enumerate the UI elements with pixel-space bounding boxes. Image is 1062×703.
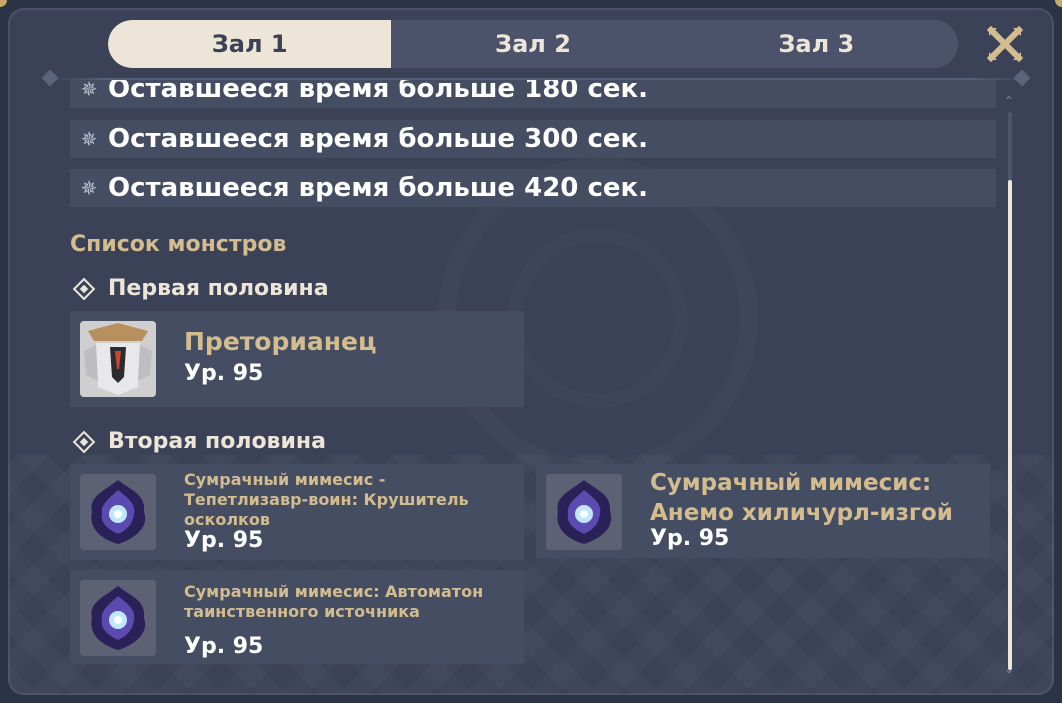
- star-icon: ✵: [80, 176, 98, 200]
- monster-list-title: Список монстров: [70, 232, 287, 257]
- shadow-mimesis-icon: [546, 474, 622, 550]
- star-icon: ✵: [80, 127, 98, 151]
- first-half-label: Первая половина: [108, 276, 329, 301]
- condition-row: ✵ Оставшееся время больше 180 сек.: [70, 80, 996, 108]
- monster-level: Ур. 95: [184, 528, 264, 553]
- second-half-title: Вторая половина: [70, 429, 326, 454]
- monster-portrait: [546, 474, 622, 550]
- hall-content: ✵ Оставшееся время больше 180 сек. ✵ Ост…: [70, 80, 1004, 690]
- shadow-mimesis-icon: [80, 474, 156, 550]
- condition-text: Оставшееся время больше 180 сек.: [108, 80, 649, 104]
- scroll-up-icon[interactable]: ⌃: [1004, 94, 1014, 108]
- scroll-down-icon[interactable]: ⌄: [1004, 662, 1014, 676]
- diamond-icon: [72, 277, 96, 300]
- tab-hall-1[interactable]: Зал 1: [108, 20, 392, 68]
- close-button[interactable]: [983, 22, 1027, 66]
- monster-card[interactable]: Преторианец Ур. 95: [70, 311, 524, 407]
- divider-ornament-right: [1013, 69, 1031, 87]
- tab-hall-3[interactable]: Зал 3: [675, 20, 958, 68]
- monster-level: Ур. 95: [650, 526, 730, 551]
- divider-ornament-left: [41, 69, 59, 87]
- monster-name: Преторианец: [184, 327, 377, 356]
- monster-name: Сумрачный мимесис: Автоматон таинственно…: [184, 582, 484, 621]
- condition-row: ✵ Оставшееся время больше 420 сек.: [70, 169, 996, 207]
- tab-hall-2[interactable]: Зал 2: [391, 20, 674, 68]
- monster-level: Ур. 95: [184, 634, 264, 659]
- monster-name: Сумрачный мимесис - Тепетлизавр-воин: Кр…: [184, 470, 469, 529]
- monster-card[interactable]: Сумрачный мимесис - Тепетлизавр-воин: Кр…: [70, 464, 524, 560]
- abyss-hall-panel: Зал 1 Зал 2 Зал 3 ✵ Оставшееся время бол…: [8, 8, 1054, 695]
- first-half-title: Первая половина: [70, 276, 329, 301]
- monster-portrait: [80, 580, 156, 656]
- star-icon: ✵: [80, 80, 98, 101]
- condition-text: Оставшееся время больше 300 сек.: [108, 124, 649, 154]
- shadow-mimesis-icon: [80, 580, 156, 656]
- corner-ornament: [1055, 0, 1062, 7]
- condition-text: Оставшееся время больше 420 сек.: [108, 173, 649, 203]
- praetorian-armor-icon: [80, 321, 156, 397]
- monster-card[interactable]: Сумрачный мимесис: Анемо хиличурл-изгой …: [536, 464, 990, 558]
- corner-ornament: [0, 0, 7, 7]
- monster-level: Ур. 95: [184, 361, 264, 386]
- second-half-label: Вторая половина: [108, 429, 326, 454]
- monster-portrait: [80, 321, 156, 397]
- scrollbar-thumb[interactable]: [1008, 180, 1012, 670]
- condition-row: ✵ Оставшееся время больше 300 сек.: [70, 120, 996, 158]
- monster-card[interactable]: Сумрачный мимесис: Автоматон таинственно…: [70, 570, 524, 664]
- diamond-icon: [72, 430, 96, 453]
- close-x-icon: [987, 26, 1023, 62]
- monster-name: Сумрачный мимесис: Анемо хиличурл-изгой: [650, 470, 953, 526]
- monster-portrait: [80, 474, 156, 550]
- hall-tabs: Зал 1 Зал 2 Зал 3: [108, 20, 958, 68]
